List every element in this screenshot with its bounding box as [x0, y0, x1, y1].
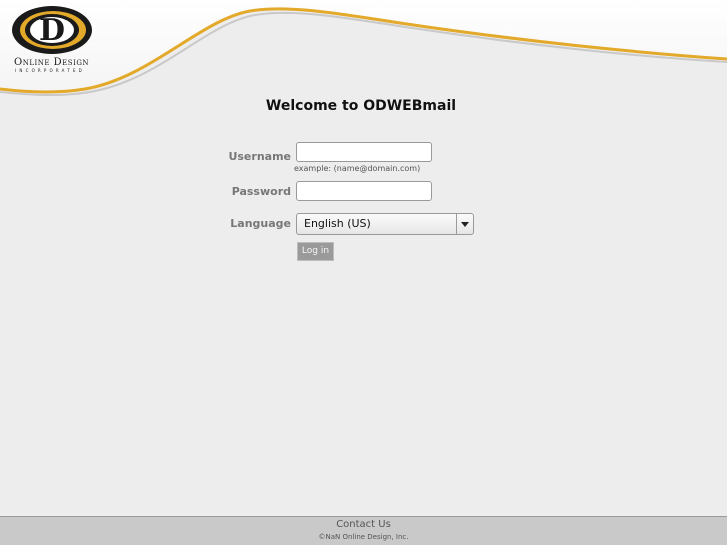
language-dropdown-button[interactable]	[456, 214, 473, 234]
page-title: Welcome to ODWEBmail	[265, 98, 457, 114]
username-input[interactable]	[296, 142, 432, 162]
copyright: ©NaN Online Design, Inc.	[318, 533, 409, 541]
svg-text:D: D	[39, 13, 65, 48]
password-label: Password	[231, 185, 291, 198]
language-select[interactable]: English (US)	[296, 213, 474, 235]
login-page: D Online Design INCORPORATED Welcome to …	[0, 0, 727, 545]
footer: Contact Us ©NaN Online Design, Inc.	[0, 516, 727, 545]
language-selected-value: English (US)	[304, 217, 371, 230]
chevron-down-icon	[461, 222, 469, 227]
username-hint: example: (name@domain.com)	[294, 164, 421, 173]
login-button[interactable]: Log in	[297, 242, 334, 261]
logo-name: Online Design	[14, 57, 90, 68]
password-input[interactable]	[296, 181, 432, 201]
username-label: Username	[228, 150, 291, 163]
logo-sub: INCORPORATED	[15, 68, 85, 73]
language-label: Language	[230, 217, 291, 230]
contact-us-link[interactable]: Contact Us	[0, 519, 727, 530]
